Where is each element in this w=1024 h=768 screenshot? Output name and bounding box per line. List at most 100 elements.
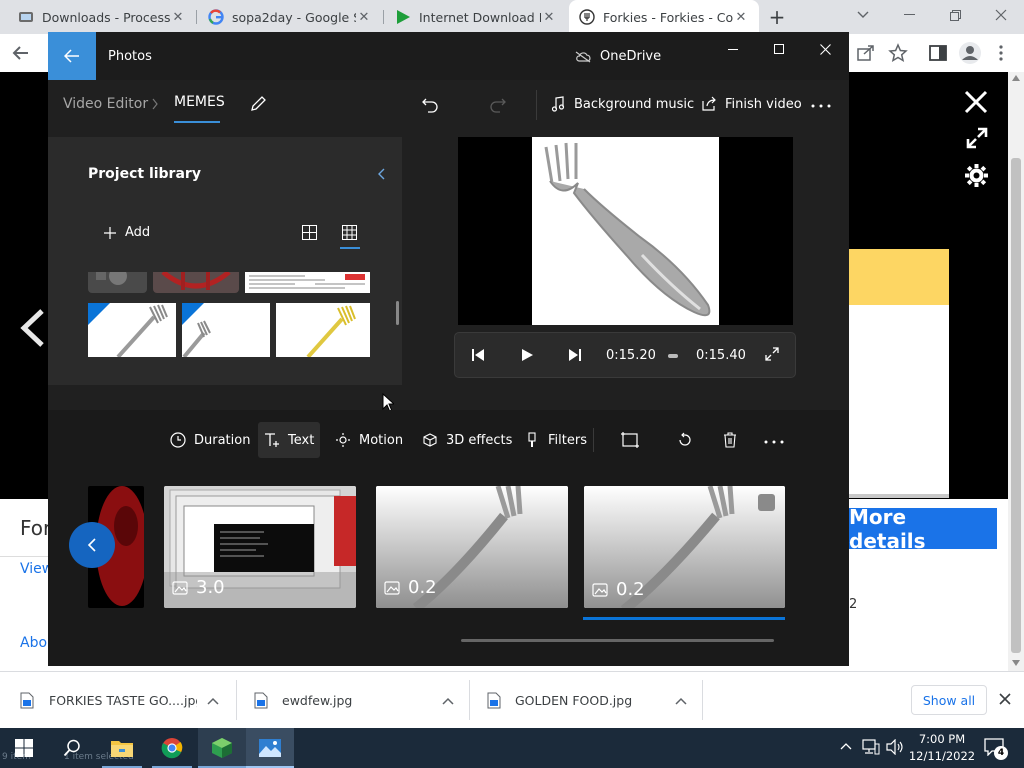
photos-maximize-icon[interactable] — [756, 32, 802, 66]
tab-idm[interactable]: Internet Download Mar ✕ — [385, 0, 567, 34]
storyboard-scrollbar[interactable] — [461, 639, 774, 642]
photos-app-icon[interactable] — [246, 728, 294, 768]
delete-trash-icon[interactable] — [722, 432, 738, 448]
editor-more-options-icon[interactable] — [811, 104, 831, 108]
search-icon[interactable] — [48, 728, 96, 768]
clock-date[interactable]: 12/11/2022 — [908, 749, 976, 763]
close-tab-icon[interactable]: ✕ — [541, 10, 557, 25]
storyboard-scroll-left-button[interactable] — [69, 522, 115, 568]
undo-icon[interactable] — [421, 95, 439, 113]
windows-start-icon[interactable] — [0, 728, 48, 768]
download-item[interactable]: FORKIES TASTE GO....jpg — [20, 672, 230, 729]
large-grid-view-icon[interactable] — [302, 225, 317, 240]
more-details-button[interactable]: More details — [849, 505, 997, 553]
library-thumbnail[interactable] — [245, 272, 370, 293]
storyboard-clip[interactable]: 0.2 — [376, 486, 568, 608]
expand-preview-icon[interactable] — [765, 347, 779, 361]
step-back-icon[interactable] — [471, 348, 485, 362]
more-menu-icon[interactable] — [994, 43, 1008, 63]
lightbox-settings-gear-icon[interactable] — [964, 163, 989, 188]
photos-back-button[interactable] — [48, 32, 96, 80]
close-browser-icon[interactable] — [978, 0, 1024, 30]
tab-forkies[interactable]: Forkies - Forkies - Com ✕ — [569, 0, 759, 34]
close-tab-icon[interactable]: ✕ — [170, 10, 186, 25]
storyboard: Duration Text Motion 3D effects Filters — [48, 410, 849, 666]
crop-resize-icon[interactable] — [621, 432, 639, 448]
3d-effects-button[interactable]: 3D effects — [416, 422, 518, 458]
finish-video-button[interactable]: Finish video — [701, 96, 802, 112]
lightbox-fullscreen-icon[interactable] — [965, 126, 989, 150]
library-thumbnail-golden-fork[interactable] — [276, 303, 370, 357]
close-tab-icon[interactable]: ✕ — [356, 10, 372, 25]
storyboard-clip-selected[interactable]: 0.2 — [584, 486, 785, 608]
breadcrumb-project-name: MEMES — [174, 94, 225, 110]
collapse-library-chevron-icon[interactable] — [377, 168, 385, 180]
download-item[interactable]: GOLDEN FOOD.jpg — [487, 672, 689, 729]
plus-icon — [104, 226, 116, 239]
photos-close-icon[interactable] — [802, 32, 848, 66]
text-button[interactable]: Text — [258, 422, 321, 458]
page-scrollbar-thumb[interactable] — [1011, 158, 1021, 653]
library-thumbnail[interactable] — [153, 272, 239, 293]
profile-avatar-icon[interactable] — [958, 41, 982, 65]
download-filename: ewdfew.jpg — [282, 693, 353, 708]
filters-label: Filters — [548, 432, 587, 448]
tab-google[interactable]: sopa2day - Google Sea ✕ — [198, 0, 382, 34]
clock-time[interactable]: 7:00 PM — [908, 732, 976, 746]
chevron-left-icon — [87, 538, 96, 552]
new-tab-button[interactable]: + — [765, 6, 789, 28]
library-thumbnail-fork[interactable] — [88, 303, 176, 357]
chrome-icon[interactable] — [148, 728, 196, 768]
bookmark-star-icon[interactable] — [888, 43, 908, 63]
close-shelf-icon[interactable] — [999, 693, 1011, 705]
library-thumbnail-fork[interactable] — [182, 303, 270, 357]
step-forward-icon[interactable] — [568, 348, 582, 362]
file-explorer-icon[interactable] — [98, 728, 146, 768]
onedrive-status[interactable]: OneDrive — [575, 49, 661, 64]
network-icon[interactable] — [862, 739, 880, 755]
clock-icon — [170, 432, 186, 448]
clip-duration: 3.0 — [172, 577, 225, 598]
tab-downloads[interactable]: Downloads - Process H ✕ — [8, 0, 196, 34]
library-thumbnail[interactable] — [88, 272, 147, 293]
minecraft-launcher-icon[interactable] — [198, 728, 246, 768]
library-scrollbar-thumb[interactable] — [396, 301, 399, 325]
background-music-button[interactable]: Background music — [550, 96, 694, 112]
photos-app-title: Photos — [108, 49, 152, 64]
download-item[interactable]: ewdfew.jpg — [254, 672, 456, 729]
rename-pencil-icon[interactable] — [249, 95, 267, 113]
show-all-downloads-button[interactable]: Show all — [911, 685, 987, 715]
small-grid-view-icon[interactable] — [342, 225, 357, 240]
side-panel-icon[interactable] — [928, 43, 948, 63]
volume-icon[interactable] — [886, 739, 904, 755]
show-hidden-icons-chevron-icon[interactable] — [840, 742, 852, 750]
onedrive-label: OneDrive — [600, 49, 662, 64]
breadcrumb-video-editor[interactable]: Video Editor — [63, 96, 148, 112]
back-arrow-icon[interactable] — [10, 42, 32, 64]
tab-search-chevron-icon[interactable] — [840, 0, 886, 30]
duration-button[interactable]: Duration — [164, 422, 256, 458]
rotate-icon[interactable] — [677, 432, 693, 448]
preview-frame-image — [532, 137, 719, 325]
lightbox-close-icon[interactable] — [963, 89, 989, 115]
photos-minimize-icon[interactable] — [710, 32, 756, 66]
image-file-icon — [487, 692, 501, 709]
video-editor-toolbar: Video Editor MEMES Background music Fini… — [48, 80, 849, 132]
library-add-button[interactable]: Add — [103, 225, 150, 240]
share-icon[interactable] — [856, 43, 876, 63]
grid-view-selected-indicator — [340, 247, 360, 249]
minimize-browser-icon[interactable] — [886, 0, 932, 30]
motion-button[interactable]: Motion — [329, 422, 409, 458]
download-separator — [702, 680, 703, 720]
close-tab-icon[interactable]: ✕ — [733, 10, 749, 25]
storyboard-clip[interactable]: 3.0 — [164, 486, 356, 608]
restore-browser-icon[interactable] — [932, 0, 978, 30]
play-icon[interactable] — [520, 348, 534, 362]
storyboard-more-options-icon[interactable] — [764, 440, 784, 444]
tab-title: Internet Download Mar — [419, 9, 541, 25]
download-filename: FORKIES TASTE GO....jpg — [49, 693, 197, 708]
seek-bar[interactable] — [668, 354, 678, 358]
download-shelf: FORKIES TASTE GO....jpg ewdfew.jpg GOLDE… — [0, 671, 1024, 728]
filters-button[interactable]: Filters — [518, 422, 593, 458]
lightbox-prev-arrow-icon[interactable] — [18, 308, 46, 348]
